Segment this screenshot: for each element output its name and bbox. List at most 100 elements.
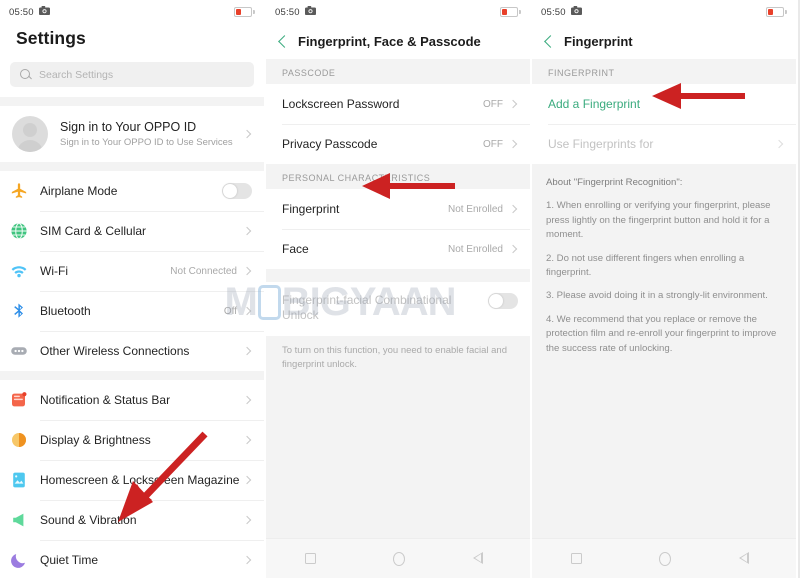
sidebar-item-display-brightness[interactable]: Display & Brightness xyxy=(0,420,264,460)
bluetooth-icon xyxy=(10,302,28,320)
sidebar-item-homescreen-lockscreen-magazine[interactable]: Homescreen & Lockscreen Magazine xyxy=(0,460,264,500)
airplane-icon xyxy=(10,182,28,200)
combinational-unlock-toggle[interactable] xyxy=(488,293,518,309)
status-time: 05:50 xyxy=(275,6,300,18)
page-title: Fingerprint xyxy=(564,34,633,49)
system-nav-bar-3 xyxy=(532,538,796,578)
back-chevron-icon[interactable] xyxy=(543,33,555,51)
about-title: About "Fingerprint Recognition": xyxy=(546,177,683,188)
page-title: Settings xyxy=(16,28,86,48)
nav-header-2: Fingerprint, Face & Passcode xyxy=(266,24,530,59)
combinational-unlock-help-text: To turn on this function, you need to en… xyxy=(266,336,530,382)
account-group: Sign in to Your OPPO ID Sign in to Your … xyxy=(0,106,264,162)
row-value: OFF xyxy=(483,98,503,110)
row-label: Add a Fingerprint xyxy=(548,96,641,111)
chevron-right-icon xyxy=(508,244,518,254)
airplane-mode-toggle[interactable] xyxy=(222,183,252,199)
sidebar-item-wifi[interactable]: Wi-Fi Not Connected xyxy=(0,251,264,291)
sidebar-item-label: Notification & Status Bar xyxy=(40,392,171,407)
section-label-personal-characteristics: PERSONAL CHARACTERISTICS xyxy=(266,164,530,189)
row-value: OFF xyxy=(483,138,503,150)
sidebar-item-other-wireless-connections[interactable]: Other Wireless Connections xyxy=(0,331,264,371)
sound-icon xyxy=(10,511,28,529)
system-nav-bar-2 xyxy=(266,538,530,578)
row-label: Face xyxy=(282,241,309,256)
row-privacy-passcode[interactable]: Privacy Passcode OFF xyxy=(266,124,530,164)
divider-gap xyxy=(0,162,264,171)
row-lockscreen-password[interactable]: Lockscreen Password OFF xyxy=(266,84,530,124)
row-add-a-fingerprint[interactable]: Add a Fingerprint xyxy=(532,84,796,124)
bluetooth-status-value: Off xyxy=(223,305,237,317)
divider-gap xyxy=(266,269,530,282)
sidebar-item-sim-card-cellular[interactable]: SIM Card & Cellular xyxy=(0,211,264,251)
chevron-right-icon xyxy=(242,395,252,405)
about-item-3: 3. Please avoid doing it in a strongly-l… xyxy=(546,290,768,302)
search-input[interactable]: Search Settings xyxy=(10,62,254,87)
triangle-back-icon[interactable] xyxy=(472,552,492,565)
panel-fingerprint-face-passcode: 05:50 Fingerprint, Face & Passcode PASSC… xyxy=(266,0,532,578)
homescreen-icon xyxy=(10,471,28,489)
chevron-right-icon xyxy=(508,204,518,214)
search-wrap: Search Settings xyxy=(0,62,264,97)
row-value: Not Enrolled xyxy=(447,203,503,215)
notification-bar-icon xyxy=(10,391,28,409)
status-bar-3: 05:50 xyxy=(532,0,796,24)
sidebar-item-label: SIM Card & Cellular xyxy=(40,223,147,238)
row-label: Lockscreen Password xyxy=(282,96,400,111)
system-group: Notification & Status Bar Display & Brig… xyxy=(0,380,264,578)
square-recents-icon[interactable] xyxy=(304,553,316,564)
row-label: Privacy Passcode xyxy=(282,136,378,151)
about-item-1: 1. When enrolling or verifying your fing… xyxy=(546,200,771,241)
row-fingerprint[interactable]: Fingerprint Not Enrolled xyxy=(266,189,530,229)
status-time: 05:50 xyxy=(9,6,34,18)
chevron-right-icon xyxy=(242,306,252,316)
screenshot-root: 05:50 Settings Search Settings Sign in t… xyxy=(0,0,800,578)
circle-home-icon[interactable] xyxy=(658,551,671,566)
about-item-2: 2. Do not use different fingers when enr… xyxy=(546,252,745,278)
sidebar-item-label: Homescreen & Lockscreen Magazine xyxy=(40,472,240,487)
row-label: Fingerprint-facial Combinational Unlock xyxy=(282,293,452,322)
sidebar-item-airplane-mode[interactable]: Airplane Mode xyxy=(0,171,264,211)
section-label-fingerprint: FINGERPRINT xyxy=(532,59,796,84)
sidebar-item-notification-status-bar[interactable]: Notification & Status Bar xyxy=(0,380,264,420)
chevron-right-icon xyxy=(242,555,252,565)
row-face[interactable]: Face Not Enrolled xyxy=(266,229,530,269)
moon-icon xyxy=(10,551,28,569)
chevron-right-icon xyxy=(508,139,518,149)
wifi-status-value: Not Connected xyxy=(170,265,237,277)
chevron-right-icon xyxy=(242,475,252,485)
chevron-right-icon xyxy=(242,435,252,445)
passcode-group: Lockscreen Password OFF Privacy Passcode… xyxy=(266,84,530,164)
divider-gap xyxy=(0,371,264,380)
sidebar-item-label: Display & Brightness xyxy=(40,432,151,447)
sidebar-item-sound-vibration[interactable]: Sound & Vibration xyxy=(0,500,264,540)
oppo-id-row[interactable]: Sign in to Your OPPO ID Sign in to Your … xyxy=(0,106,264,162)
sidebar-item-label: Wi-Fi xyxy=(40,263,68,278)
row-use-fingerprints-for: Use Fingerprints for xyxy=(532,124,796,164)
triangle-back-icon[interactable] xyxy=(738,552,758,565)
camera-icon xyxy=(304,6,316,18)
chevron-right-icon xyxy=(242,266,252,276)
about-item-4: 4. We recommend that you replace or remo… xyxy=(546,313,777,354)
brightness-icon xyxy=(10,431,28,449)
circle-home-icon[interactable] xyxy=(392,551,405,566)
sidebar-item-label: Sound & Vibration xyxy=(40,512,137,527)
sim-globe-icon xyxy=(10,222,28,240)
search-icon xyxy=(20,68,32,81)
sidebar-item-bluetooth[interactable]: Bluetooth Off xyxy=(0,291,264,331)
sidebar-item-label: Bluetooth xyxy=(40,303,91,318)
divider-gap xyxy=(0,97,264,106)
square-recents-icon[interactable] xyxy=(570,553,582,564)
sidebar-item-label: Airplane Mode xyxy=(40,183,118,198)
status-bar-1: 05:50 xyxy=(0,0,264,24)
chevron-right-icon xyxy=(508,99,518,109)
panel-fingerprint: 05:50 Fingerprint FINGERPRINT Add a Fing… xyxy=(532,0,798,578)
sidebar-item-quiet-time[interactable]: Quiet Time xyxy=(0,540,264,578)
sidebar-item-label: Quiet Time xyxy=(40,552,99,567)
back-chevron-icon[interactable] xyxy=(277,33,289,51)
connectivity-group: Airplane Mode SIM Card & Cellular Wi-Fi … xyxy=(0,171,264,371)
fingerprint-group: Add a Fingerprint Use Fingerprints for xyxy=(532,84,796,164)
personal-characteristics-group: Fingerprint Not Enrolled Face Not Enroll… xyxy=(266,189,530,269)
search-placeholder: Search Settings xyxy=(39,68,114,81)
dots-bubble-icon xyxy=(10,342,28,360)
